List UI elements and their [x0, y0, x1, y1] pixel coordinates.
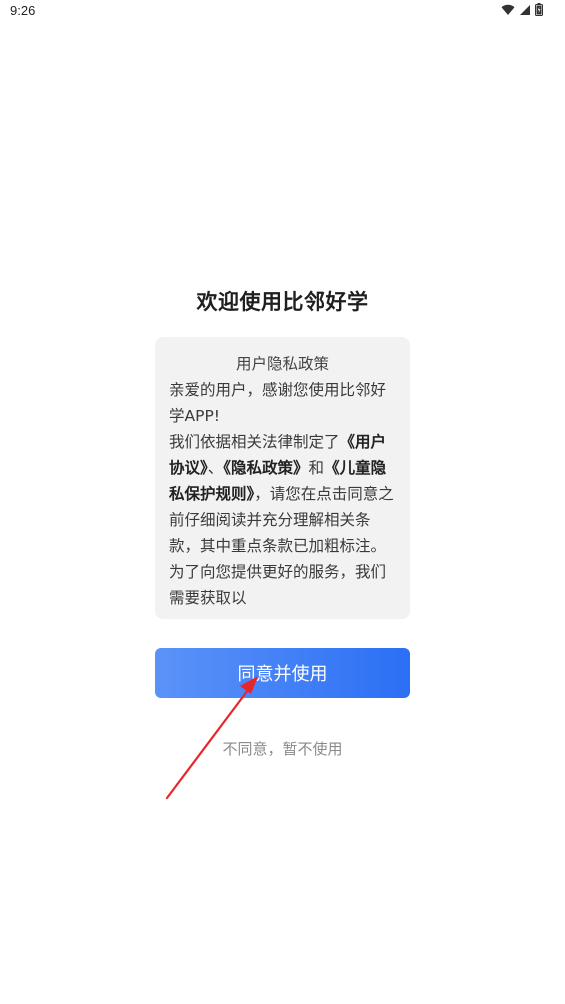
disagree-label: 不同意，暂不使用: [222, 740, 343, 758]
policy-body-rest: ，请您在点击同意之前仔细阅读并充分理解相关条款，其中重点条款已加粗标注。为了向您…: [169, 485, 394, 607]
signal-icon: [519, 4, 531, 16]
policy-greeting: 亲爱的用户，感谢您使用比邻好学APP!: [169, 381, 387, 425]
policy-heading: 用户隐私政策: [235, 355, 329, 373]
dialog-title: 欢迎使用比邻好学: [196, 290, 369, 314]
agree-and-use-button[interactable]: 同意并使用: [155, 648, 410, 698]
policy-text: 用户隐私政策 亲爱的用户，感谢您使用比邻好学APP! 我们依据相关法律制定了《用…: [155, 337, 410, 611]
policy-body-intro: 我们依据相关法律制定了: [169, 433, 340, 451]
wifi-icon: [501, 4, 515, 16]
policy-and-word: 和: [308, 459, 325, 477]
policy-separator: 、: [207, 459, 224, 477]
privacy-policy-link[interactable]: 《隐私政策》: [223, 459, 308, 477]
status-time: 9:26: [10, 3, 36, 18]
policy-scroll-box[interactable]: 用户隐私政策 亲爱的用户，感谢您使用比邻好学APP! 我们依据相关法律制定了《用…: [155, 337, 410, 619]
status-icons: [501, 3, 543, 16]
battery-icon: [535, 3, 543, 16]
policy-body: 我们依据相关法律制定了《用户协议》、《隐私政策》和《儿童隐私保护规则》，请您在点…: [169, 429, 396, 611]
disagree-link[interactable]: 不同意，暂不使用: [0, 738, 565, 759]
status-bar: 9:26: [0, 0, 565, 24]
